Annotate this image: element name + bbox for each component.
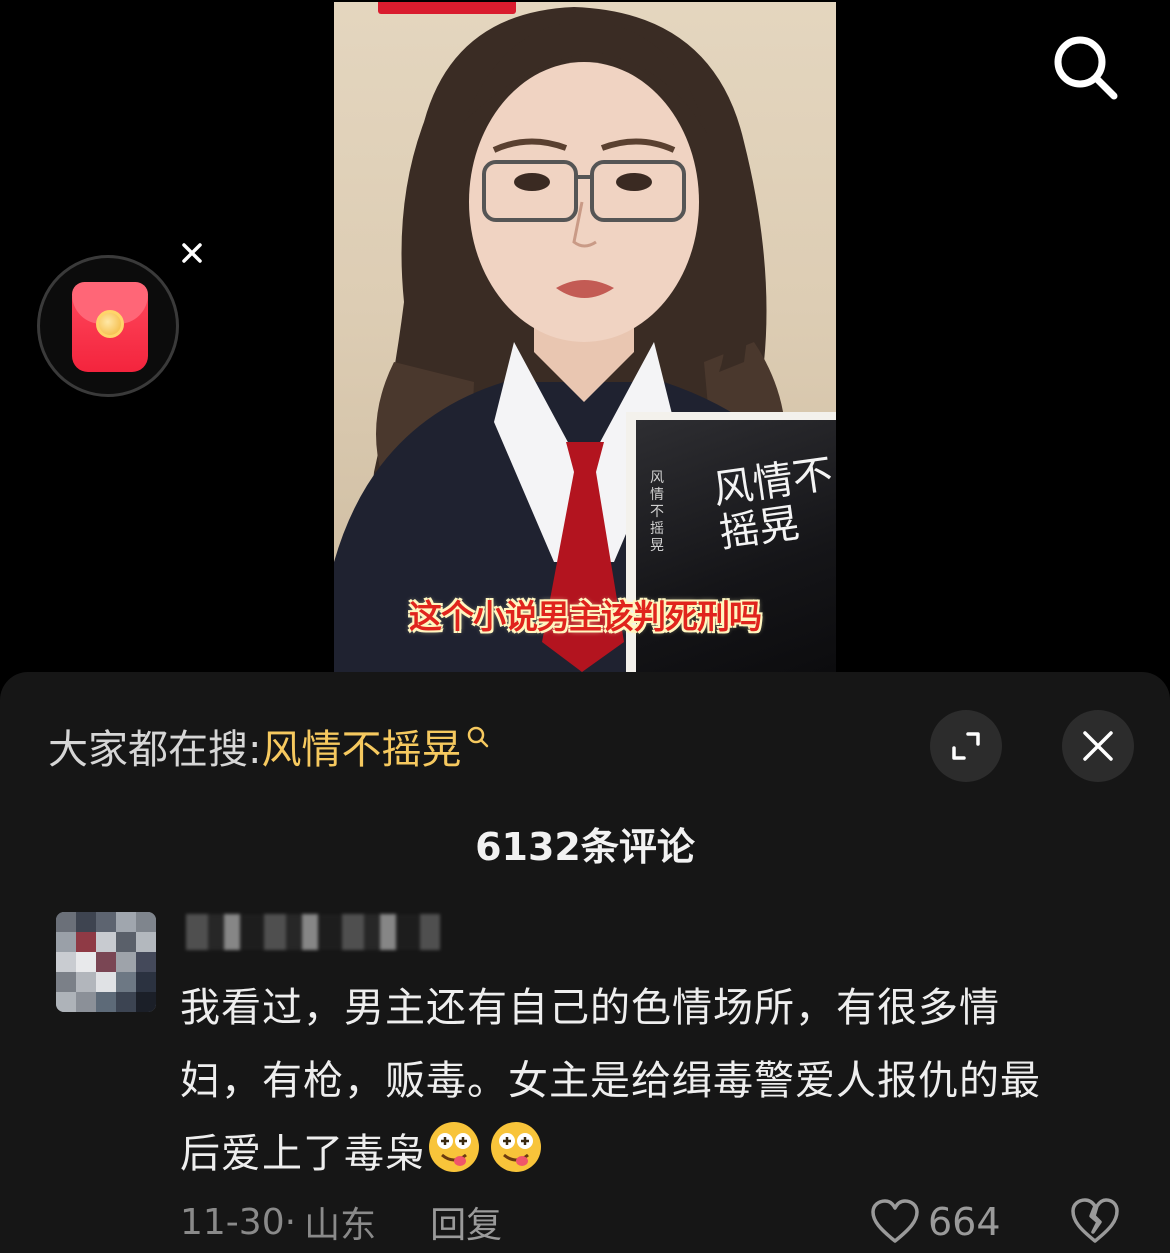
search-icon[interactable] bbox=[1050, 32, 1122, 104]
comment-body: 我看过，男主还有自己的色情场所，有很多情 妇，有枪，贩毒。女主是给缉毒警爱人报仇… bbox=[180, 972, 1120, 1191]
comment-date: 11-30· bbox=[180, 1201, 297, 1243]
video-player[interactable]: 风情不摇晃 风情不摇晃 这个小说男主该判死刑吗 bbox=[0, 0, 1170, 672]
search-icon bbox=[468, 726, 489, 748]
video-frame[interactable]: 风情不摇晃 风情不摇晃 这个小说男主该判死刑吗 bbox=[334, 2, 836, 672]
dizzy-face-emoji bbox=[491, 1122, 541, 1172]
comment-count: 6132条评论 bbox=[475, 825, 695, 869]
comment-sheet: 大家都在搜: 风情不摇晃 6132条评论 我看过，男主还有自己的色情场所，有很多… bbox=[0, 672, 1170, 1253]
like-button[interactable]: 664 bbox=[870, 1196, 1001, 1248]
expand-icon bbox=[952, 732, 980, 760]
expand-button[interactable] bbox=[930, 710, 1002, 782]
video-caption: 这个小说男主该判死刑吗 bbox=[409, 597, 762, 636]
red-packet-icon bbox=[72, 282, 148, 372]
comment-location: 山东 bbox=[304, 1205, 377, 1246]
trending-label: 大家都在搜: bbox=[48, 727, 262, 773]
reply-button[interactable]: 回复 bbox=[430, 1196, 502, 1248]
username[interactable] bbox=[186, 914, 440, 950]
book-title: 风情不摇晃 bbox=[710, 451, 836, 557]
broken-heart-icon[interactable] bbox=[1070, 1196, 1120, 1246]
comment-line-last: 后爱上了毒枭 bbox=[180, 1118, 1120, 1191]
comment-line-text: 后爱上了毒枭 bbox=[180, 1131, 426, 1177]
comment-line: 妇，有枪，贩毒。女主是给缉毒警爱人报仇的最 bbox=[180, 1058, 1041, 1104]
trending-search-bar[interactable]: 大家都在搜: 风情不摇晃 bbox=[48, 718, 491, 774]
close-icon bbox=[1083, 731, 1113, 761]
avatar[interactable] bbox=[56, 912, 156, 1012]
dizzy-face-emoji bbox=[429, 1122, 479, 1172]
heart-icon bbox=[871, 1199, 919, 1243]
close-comments-button[interactable] bbox=[1062, 710, 1134, 782]
red-packet-button[interactable] bbox=[37, 255, 179, 397]
comment-line: 我看过，男主还有自己的色情场所，有很多情 bbox=[180, 985, 1000, 1031]
like-count: 664 bbox=[928, 1200, 1001, 1244]
trending-query[interactable]: 风情不摇晃 bbox=[261, 717, 461, 775]
book-spine-text: 风情不摇晃 bbox=[650, 470, 664, 554]
comment-meta: 11-30· 山东 回复 bbox=[180, 1194, 502, 1250]
close-icon[interactable] bbox=[174, 235, 210, 271]
